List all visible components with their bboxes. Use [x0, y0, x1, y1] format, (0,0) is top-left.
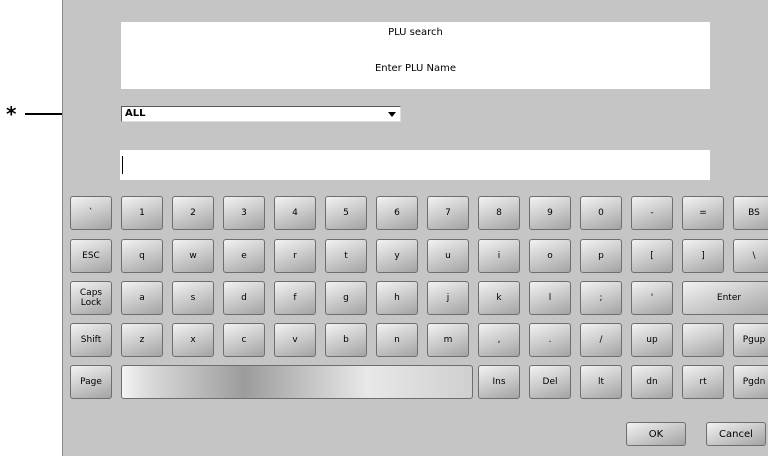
- key-space[interactable]: [121, 365, 473, 399]
- key-shift[interactable]: Shift: [70, 323, 112, 357]
- key-e[interactable]: e: [223, 239, 265, 273]
- category-dropdown[interactable]: ALL: [121, 106, 401, 122]
- dialog-title: PLU search: [388, 27, 443, 38]
- key-up[interactable]: up: [631, 323, 673, 357]
- key-minus[interactable]: -: [631, 196, 673, 230]
- chevron-down-icon[interactable]: [388, 112, 396, 117]
- key-h[interactable]: h: [376, 281, 418, 315]
- key-page[interactable]: Page: [70, 365, 112, 399]
- key-l[interactable]: l: [529, 281, 571, 315]
- key-n[interactable]: n: [376, 323, 418, 357]
- key-f[interactable]: f: [274, 281, 316, 315]
- key-j[interactable]: j: [427, 281, 469, 315]
- dialog-prompt: Enter PLU Name: [374, 63, 457, 74]
- callout-marker: *: [6, 102, 17, 126]
- key-d[interactable]: d: [223, 281, 265, 315]
- key-7[interactable]: 7: [427, 196, 469, 230]
- key-rt[interactable]: rt: [682, 365, 724, 399]
- key-backtick[interactable]: `: [70, 196, 112, 230]
- key-slash[interactable]: /: [580, 323, 622, 357]
- key-5[interactable]: 5: [325, 196, 367, 230]
- key-period[interactable]: .: [529, 323, 571, 357]
- header-panel: PLU search Enter PLU Name: [121, 22, 710, 89]
- key-g[interactable]: g: [325, 281, 367, 315]
- key-bs[interactable]: BS: [733, 196, 768, 230]
- key-q[interactable]: q: [121, 239, 163, 273]
- key-1[interactable]: 1: [121, 196, 163, 230]
- key-6[interactable]: 6: [376, 196, 418, 230]
- key-v[interactable]: v: [274, 323, 316, 357]
- key-9[interactable]: 9: [529, 196, 571, 230]
- key-m[interactable]: m: [427, 323, 469, 357]
- key-8[interactable]: 8: [478, 196, 520, 230]
- key-k[interactable]: k: [478, 281, 520, 315]
- key-0[interactable]: 0: [580, 196, 622, 230]
- key-quote[interactable]: ': [631, 281, 673, 315]
- key-pgup[interactable]: Pgup: [733, 323, 768, 357]
- key-o[interactable]: o: [529, 239, 571, 273]
- key-x[interactable]: x: [172, 323, 214, 357]
- key-i[interactable]: i: [478, 239, 520, 273]
- text-caret: [122, 156, 123, 174]
- key-lt[interactable]: lt: [580, 365, 622, 399]
- dropdown-value: ALL: [125, 108, 146, 119]
- plu-name-input[interactable]: [120, 150, 710, 180]
- key-equals[interactable]: =: [682, 196, 724, 230]
- cancel-button[interactable]: Cancel: [706, 422, 766, 446]
- key-3[interactable]: 3: [223, 196, 265, 230]
- key-semicolon[interactable]: ;: [580, 281, 622, 315]
- key-del[interactable]: Del: [529, 365, 571, 399]
- key-blank[interactable]: [682, 323, 724, 357]
- key-y[interactable]: y: [376, 239, 418, 273]
- key-t[interactable]: t: [325, 239, 367, 273]
- ok-button[interactable]: OK: [626, 422, 686, 446]
- key-a[interactable]: a: [121, 281, 163, 315]
- key-dn[interactable]: dn: [631, 365, 673, 399]
- key-2[interactable]: 2: [172, 196, 214, 230]
- key-backslash[interactable]: \: [733, 239, 768, 273]
- key-caps-lock[interactable]: Caps Lock: [70, 281, 112, 315]
- key-right-bracket[interactable]: ]: [682, 239, 724, 273]
- key-4[interactable]: 4: [274, 196, 316, 230]
- key-left-bracket[interactable]: [: [631, 239, 673, 273]
- key-p[interactable]: p: [580, 239, 622, 273]
- key-ins[interactable]: Ins: [478, 365, 520, 399]
- key-s[interactable]: s: [172, 281, 214, 315]
- key-enter[interactable]: Enter: [682, 281, 768, 315]
- key-z[interactable]: z: [121, 323, 163, 357]
- key-r[interactable]: r: [274, 239, 316, 273]
- key-b[interactable]: b: [325, 323, 367, 357]
- key-esc[interactable]: ESC: [70, 239, 112, 273]
- key-comma[interactable]: ,: [478, 323, 520, 357]
- key-pgdn[interactable]: Pgdn: [733, 365, 768, 399]
- key-c[interactable]: c: [223, 323, 265, 357]
- key-u[interactable]: u: [427, 239, 469, 273]
- key-w[interactable]: w: [172, 239, 214, 273]
